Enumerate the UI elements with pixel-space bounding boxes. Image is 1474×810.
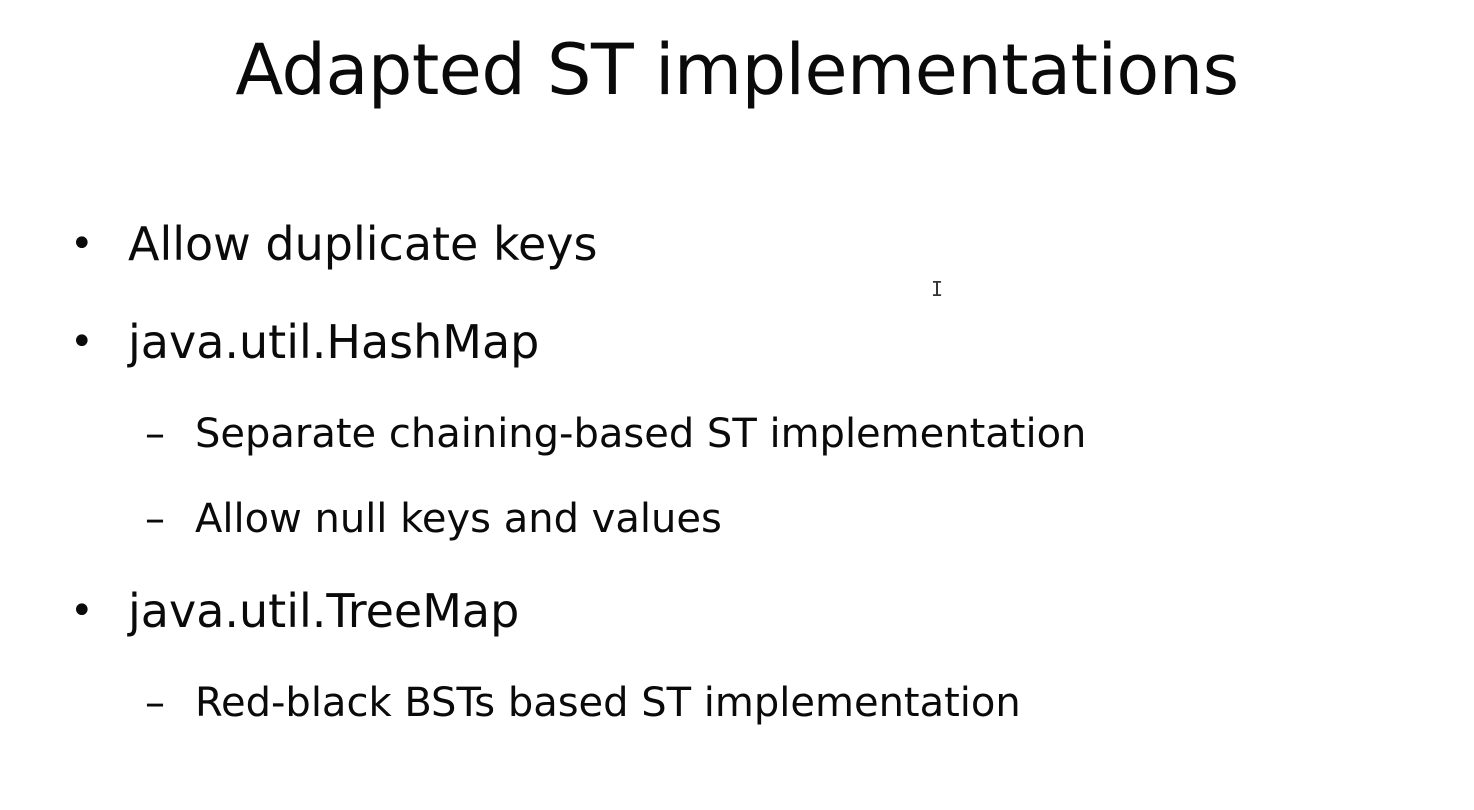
dash-icon: – [145,496,165,542]
sub-bullet-text: Separate chaining-based ST implementatio… [195,411,1087,457]
sub-bullet-text: Allow null keys and values [195,496,722,542]
bullet-item: • Allow duplicate keys [70,214,597,274]
dash-icon: – [145,411,165,457]
sub-bullet-item: – Red-black BSTs based ST implementation [145,676,1021,730]
slide-title: Adapted ST implementations [235,29,1239,111]
bullet-text: Allow duplicate keys [128,217,598,271]
text-cursor-icon: I [931,277,944,301]
bullet-text: java.util.HashMap [128,315,540,369]
sub-bullet-item: – Allow null keys and values [145,492,722,546]
bullet-icon: • [70,588,94,634]
bullet-icon: • [70,221,94,267]
slide: Adapted ST implementations • Allow duplic… [0,0,1474,810]
bullet-icon: • [70,319,94,365]
bullet-item: • java.util.TreeMap [70,581,519,641]
dash-icon: – [145,680,165,726]
sub-bullet-item: – Separate chaining-based ST implementati… [145,407,1086,461]
bullet-text: java.util.TreeMap [128,584,520,638]
sub-bullet-text: Red-black BSTs based ST implementation [195,680,1021,726]
bullet-item: • java.util.HashMap [70,312,539,372]
